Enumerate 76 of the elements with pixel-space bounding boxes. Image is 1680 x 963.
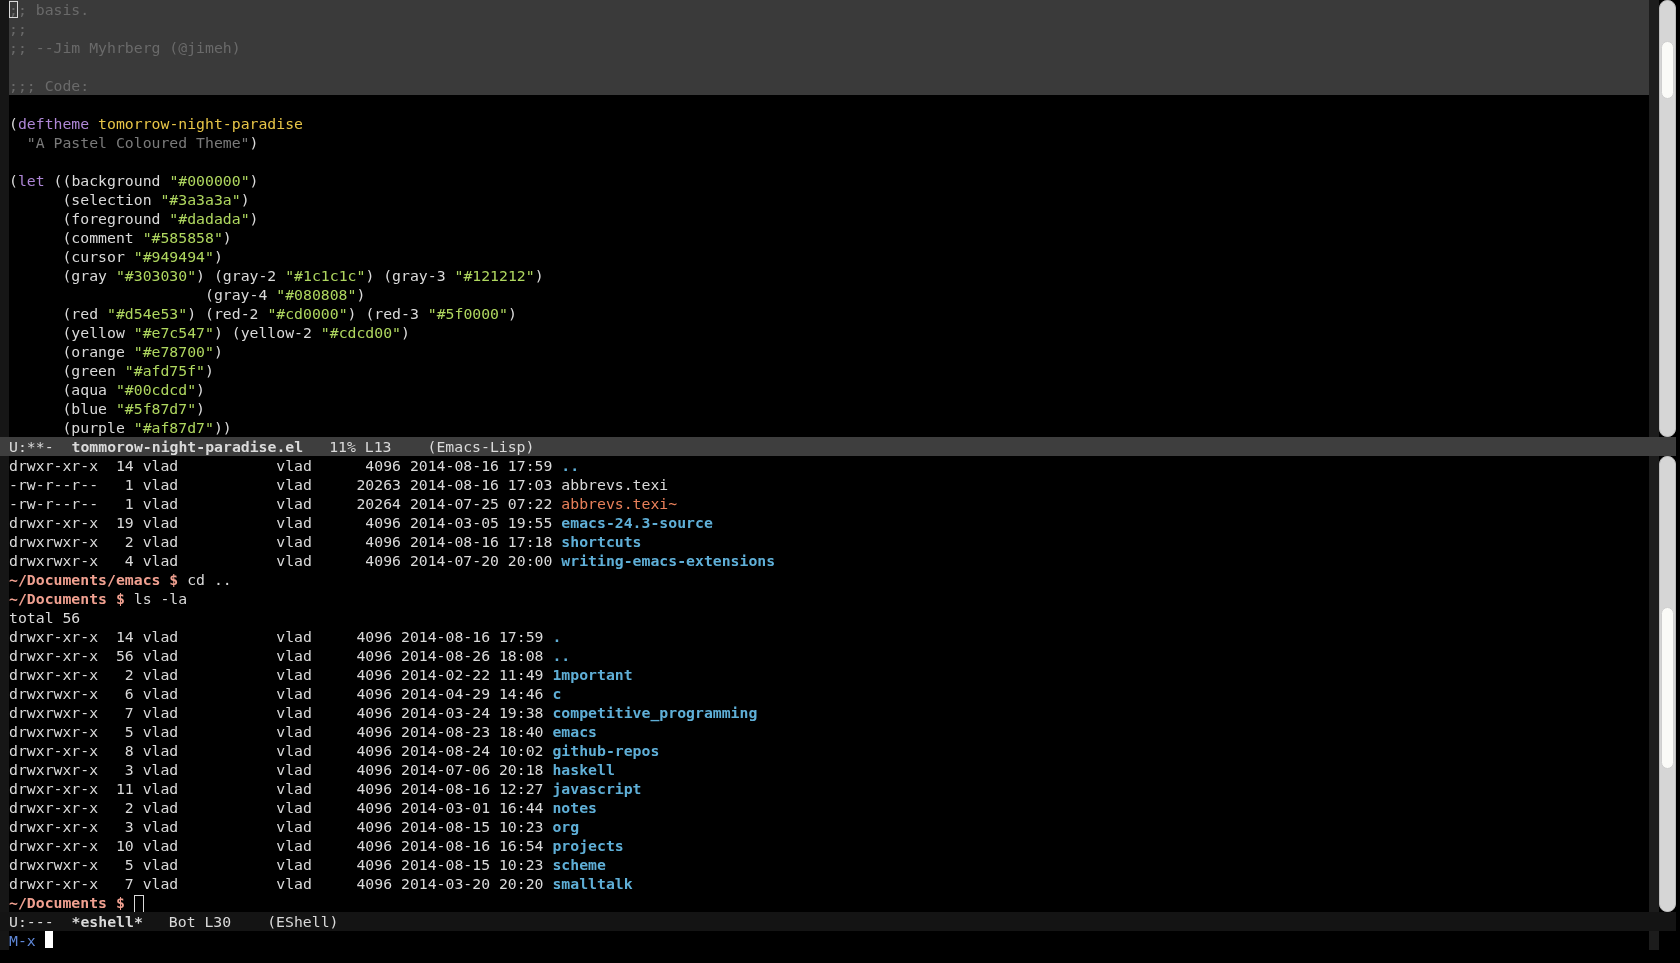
code-line: (gray "#303030") (gray-2 "#1c1c1c") (gray-3 "#121212") [61, 266, 545, 285]
code-line: (green "#afd75f") [61, 361, 215, 380]
file-name: smalltalk [552, 875, 633, 892]
file-name: .. [552, 647, 571, 664]
code-line: (selection "#3a3a3a") [61, 190, 251, 209]
file-info: drwxr-xr-x 8 vlad vlad 4096 2014-08-24 10:02 [9, 742, 544, 759]
buffer-name: *eshell* [71, 912, 143, 931]
file-name: writing-emacs-extensions [561, 552, 776, 569]
scrollbar-thumb[interactable] [1661, 607, 1674, 769]
prompt-path: ~/Documents $ [9, 590, 125, 607]
file-info: drwxr-xr-x 2 vlad vlad 4096 2014-03-01 16:44 [9, 799, 544, 816]
code-line: (let ((background "#000000") [9, 171, 260, 190]
code-line: (cursor "#949494") [61, 247, 224, 266]
code-line: (comment "#585858") [61, 228, 233, 247]
major-mode: (Emacs-Lisp) [427, 437, 535, 456]
file-name: scheme [552, 856, 606, 873]
code-line: "A Pastel Coloured Theme") [25, 133, 260, 152]
code-line: (gray-4 "#080808") [204, 285, 367, 304]
code-line: (red "#d54e53") (red-2 "#cd0000") (red-3 "#5f0000") [61, 304, 518, 323]
code-line: (blue "#5f87d7") [61, 399, 206, 418]
text-cursor [44, 931, 53, 948]
buffer-name: tommorow-night-paradise.el [71, 437, 304, 456]
code-line: (purple "#af87d7")) [61, 418, 233, 437]
code-line: (foreground "#dadada") [61, 209, 260, 228]
file-info: drwxrwxr-x 3 vlad vlad 4096 2014-07-06 20:18 [9, 761, 544, 778]
scrollbar[interactable] [1659, 456, 1676, 912]
shell-command: ls -la [132, 590, 188, 607]
file-name: c [552, 685, 562, 702]
file-info: drwxr-xr-x 10 vlad vlad 4096 2014-08-16 16:54 [9, 837, 544, 854]
prompt-path: ~/Documents $ [9, 894, 125, 911]
file-info: drwxrwxr-x 4 vlad vlad 4096 2014-07-20 20:00 [9, 552, 553, 569]
file-name: notes [552, 799, 597, 816]
file-name: abbrevs.texi [561, 476, 669, 493]
file-info: drwxr-xr-x 7 vlad vlad 4096 2014-03-20 20:20 [9, 875, 544, 892]
code-line: (deftheme tomorrow-night-paradise [9, 114, 304, 133]
file-info: drwxrwxr-x 7 vlad vlad 4096 2014-03-24 19:38 [9, 704, 544, 721]
file-info: -rw-r--r-- 1 vlad vlad 20263 2014-08-16 17:03 [9, 476, 553, 493]
file-name: 1mportant [552, 666, 633, 683]
file-info: drwxr-xr-x 11 vlad vlad 4096 2014-08-16 12:27 [9, 780, 544, 797]
file-info: -rw-r--r-- 1 vlad vlad 20264 2014-07-25 07:22 [9, 495, 553, 512]
file-name: emacs-24.3-source [561, 514, 713, 531]
file-info: drwxrwxr-x 5 vlad vlad 4096 2014-08-23 18:40 [9, 723, 544, 740]
file-info: drwxr-xr-x 14 vlad vlad 4096 2014-08-16 17:59 [9, 628, 544, 645]
file-name: org [552, 818, 580, 835]
buffer-position: 11% L13 [329, 437, 392, 456]
buffer-status: U:**- [9, 437, 54, 456]
shell-command: cd .. [186, 571, 232, 588]
scrollbar-thumb[interactable] [1661, 41, 1674, 99]
file-name: haskell [552, 761, 615, 778]
file-name: emacs [552, 723, 597, 740]
file-name: shortcuts [561, 533, 642, 550]
output-line: total 56 [9, 608, 82, 627]
file-info: drwxr-xr-x 56 vlad vlad 4096 2014-08-26 18:08 [9, 647, 544, 664]
file-name: . [552, 628, 562, 645]
file-info: drwxr-xr-x 14 vlad vlad 4096 2014-08-16 17:59 [9, 457, 553, 474]
buffer-status: U:--- [9, 912, 54, 931]
major-mode: (EShell) [267, 912, 339, 931]
file-name: github-repos [552, 742, 660, 759]
file-name: projects [552, 837, 624, 854]
file-info: drwxr-xr-x 3 vlad vlad 4096 2014-08-15 10:23 [9, 818, 544, 835]
file-info: drwxrwxr-x 2 vlad vlad 4096 2014-08-16 17:18 [9, 533, 553, 550]
file-info: drwxrwxr-x 5 vlad vlad 4096 2014-08-15 10:23 [9, 856, 544, 873]
file-name: .. [561, 457, 580, 474]
file-name: abbrevs.texi~ [561, 495, 678, 512]
file-info: drwxr-xr-x 19 vlad vlad 4096 2014-03-05 19:55 [9, 514, 553, 531]
file-name: javascript [552, 780, 642, 797]
code-line: (yellow "#e7c547") (yellow-2 "#cdcd00") [61, 323, 411, 342]
scrollbar[interactable] [1659, 0, 1676, 437]
prompt-path: ~/Documents/emacs $ [9, 571, 179, 588]
buffer-position: Bot L30 [168, 912, 232, 931]
minibuffer-prompt: M-x [9, 931, 36, 950]
file-info: drwxrwxr-x 6 vlad vlad 4096 2014-04-29 14:46 [9, 685, 544, 702]
code-line: (orange "#e78700") [61, 342, 224, 361]
code-line: (aqua "#00cdcd") [61, 380, 206, 399]
file-name: competitive_programming [552, 704, 758, 721]
file-info: drwxr-xr-x 2 vlad vlad 4096 2014-02-22 11:49 [9, 666, 544, 683]
